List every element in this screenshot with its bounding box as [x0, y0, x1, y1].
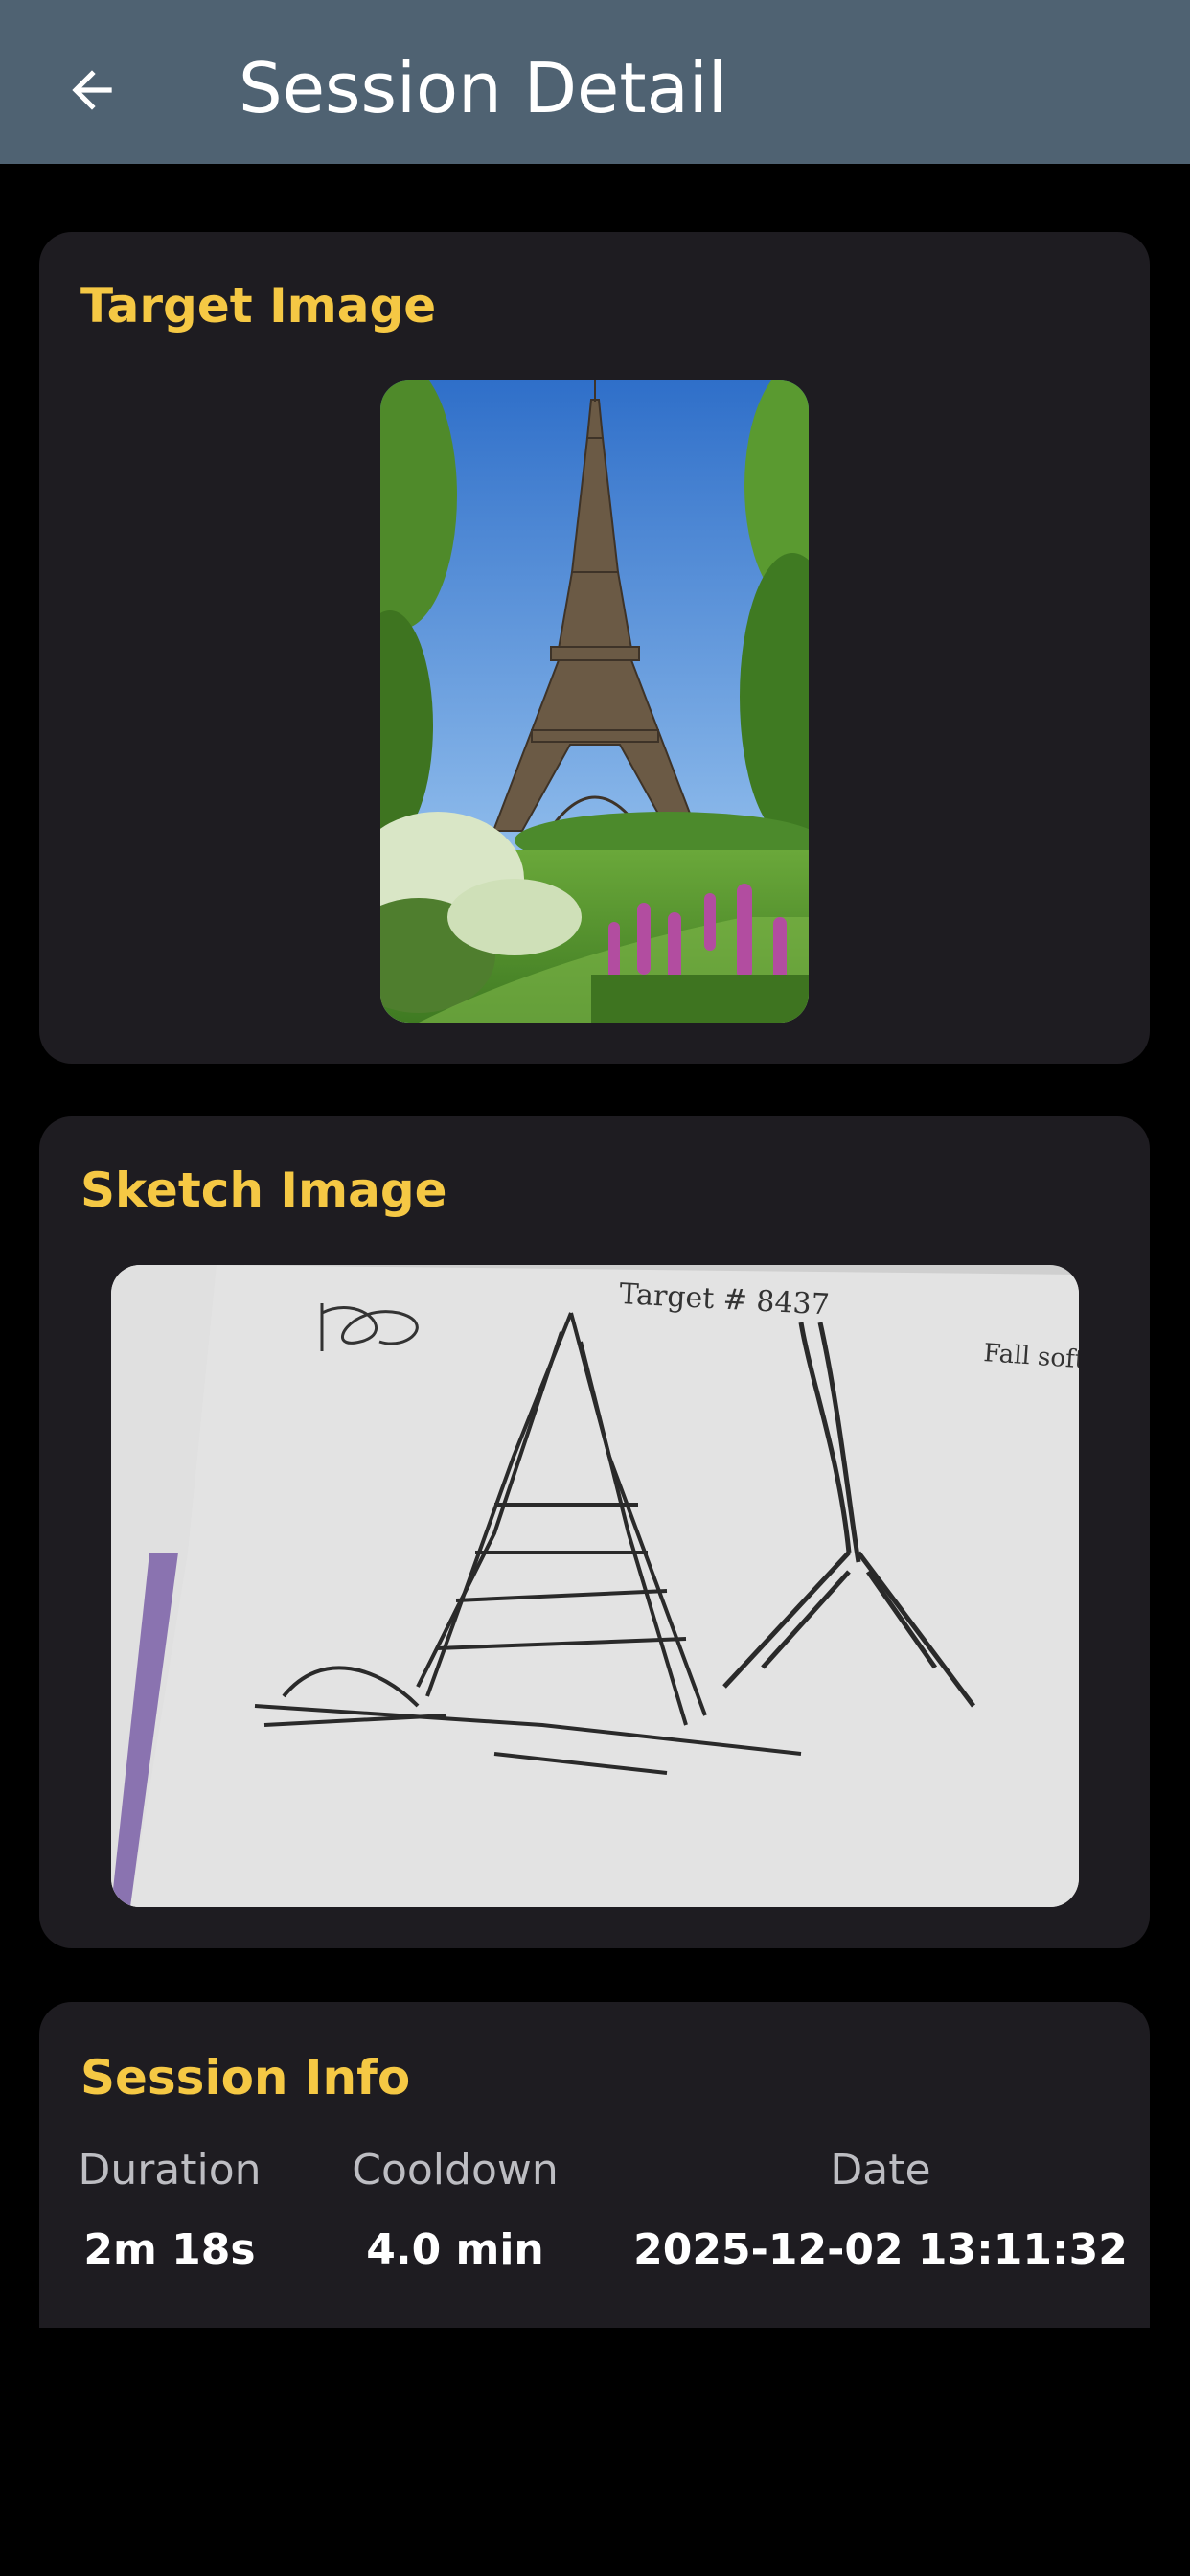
app-bar: Session Detail — [0, 0, 1190, 164]
sketch-image[interactable]: Target # 8437 Fall soft — [111, 1265, 1079, 1907]
cooldown-label: Cooldown — [352, 2146, 559, 2195]
target-image[interactable] — [380, 380, 809, 1023]
sketch-image-title: Sketch Image — [80, 1162, 447, 1218]
arrow-left-icon — [72, 70, 112, 110]
session-info-card: Session Info Duration 2m 18s Cooldown 4.… — [39, 2002, 1150, 2328]
target-image-title: Target Image — [80, 278, 437, 334]
back-button[interactable] — [50, 48, 134, 132]
sketch-image-card: Sketch Image Target # 8437 Fall soft — [39, 1116, 1150, 1948]
date-label: Date — [830, 2146, 931, 2195]
duration-label: Duration — [78, 2146, 262, 2195]
cooldown-value: 4.0 min — [366, 2225, 544, 2274]
date-value: 2025-12-02 13:11:32 — [633, 2225, 1128, 2274]
session-info-title: Session Info — [80, 2050, 411, 2105]
target-image-card: Target Image — [39, 232, 1150, 1064]
page-title: Session Detail — [239, 48, 727, 128]
duration-value: 2m 18s — [83, 2225, 256, 2274]
